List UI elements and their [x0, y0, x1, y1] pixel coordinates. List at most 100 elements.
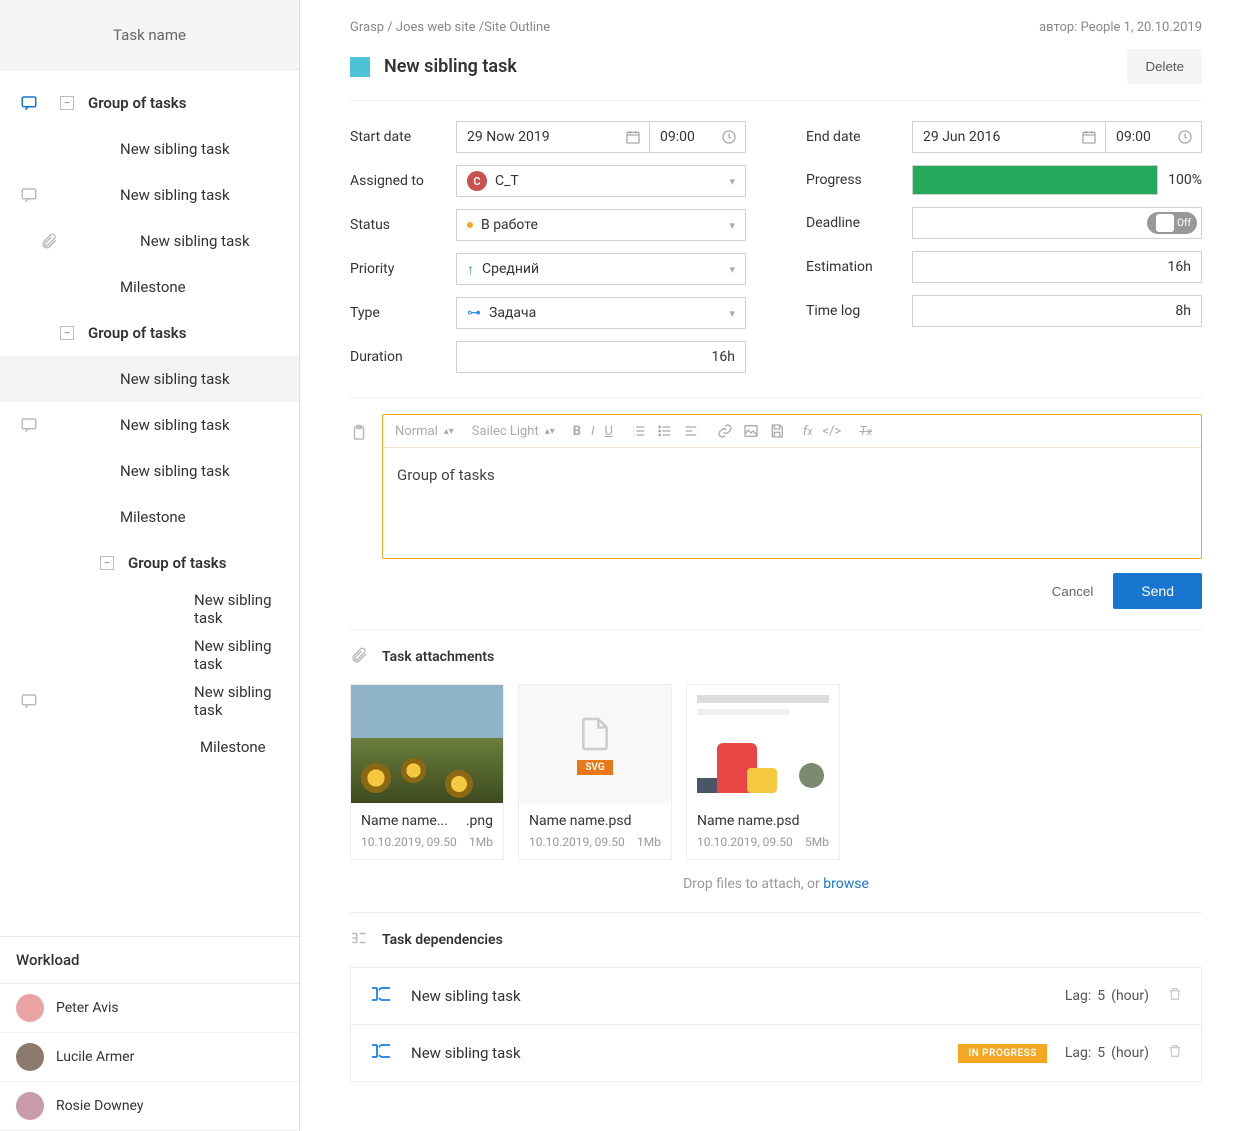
deadline-field[interactable]: Off — [912, 207, 1202, 239]
tree-item[interactable]: New sibling task — [0, 586, 299, 632]
estimation-label: Estimation — [806, 259, 896, 275]
progress-bar[interactable] — [912, 165, 1158, 195]
clip-icon — [40, 232, 58, 250]
workload-row[interactable]: Rosie Downey — [0, 1082, 299, 1131]
tree-item[interactable]: New sibling task — [0, 172, 299, 218]
duration-label: Duration — [350, 349, 440, 365]
priority-arrow-icon: ↑ — [467, 261, 474, 278]
status-label: Status — [350, 217, 440, 233]
status-select[interactable]: В работе ▾ — [456, 209, 746, 241]
formula-icon[interactable]: fx — [803, 424, 813, 439]
workload-section: Workload Peter Avis Lucile Armer Rosie Dow… — [0, 936, 299, 1131]
deadline-toggle[interactable]: Off — [1147, 212, 1197, 234]
dependencies-icon — [350, 929, 368, 951]
attachment-icon — [350, 646, 368, 668]
bold-icon[interactable]: B — [573, 424, 581, 439]
editor-toolbar: Normal▴▾ Sailec Light▴▾ B I U — [383, 415, 1201, 448]
delete-dependency-icon[interactable] — [1167, 1043, 1183, 1063]
priority-select[interactable]: ↑ Средний ▾ — [456, 253, 746, 285]
tree-label: New sibling task — [194, 591, 299, 627]
end-date-input[interactable]: 29 Jun 2016 — [912, 121, 1106, 153]
avatar — [16, 994, 44, 1022]
dependency-icon — [369, 1039, 393, 1067]
delete-button[interactable]: Delete — [1127, 49, 1202, 84]
tree-label: New sibling task — [194, 637, 299, 673]
tree-item[interactable]: New sibling task — [0, 448, 299, 494]
delete-dependency-icon[interactable] — [1167, 986, 1183, 1006]
comment-icon — [20, 692, 38, 710]
workload-row[interactable]: Lucile Armer — [0, 1033, 299, 1082]
lag-value: 5 — [1097, 988, 1105, 1004]
list-bullet-icon[interactable] — [657, 423, 673, 439]
collapse-icon[interactable]: − — [100, 556, 114, 570]
attachment-card[interactable]: Name name.psd10.10.2019, 09.505Mb — [686, 684, 840, 860]
tree-item[interactable]: Milestone — [0, 724, 299, 770]
save-icon[interactable] — [769, 423, 785, 439]
tree-item[interactable]: New sibling task — [0, 356, 299, 402]
clear-format-icon[interactable]: Tx — [859, 424, 872, 439]
start-time-input[interactable]: 09:00 — [650, 121, 746, 153]
tree-group[interactable]: −Group of tasks — [0, 80, 299, 126]
type-icon: ⊶ — [467, 305, 481, 321]
tree-item[interactable]: New sibling task — [0, 402, 299, 448]
image-icon[interactable] — [743, 423, 759, 439]
chevron-down-icon: ▾ — [729, 307, 735, 320]
attachment-card[interactable]: Name name....png10.10.2019, 09.501Mb — [350, 684, 504, 860]
assigned-label: Assigned to — [350, 173, 440, 189]
breadcrumb[interactable]: Grasp / Joes web site /Site Outline — [350, 20, 550, 35]
status-dot-icon — [467, 222, 473, 228]
tree-label: Group of tasks — [88, 94, 186, 112]
code-icon[interactable]: </> — [823, 424, 842, 439]
tree-item[interactable]: Milestone — [0, 494, 299, 540]
start-date-input[interactable]: 29 Now 2019 — [456, 121, 650, 153]
clock-icon — [721, 129, 737, 145]
toggle-knob — [1156, 214, 1174, 232]
type-select[interactable]: ⊶ Задача ▾ — [456, 297, 746, 329]
type-label: Type — [350, 305, 440, 321]
task-color-chip[interactable] — [350, 57, 370, 77]
estimation-input[interactable]: 16h — [912, 251, 1202, 283]
workload-row[interactable]: Peter Avis — [0, 984, 299, 1033]
duration-input[interactable]: 16h — [456, 341, 746, 373]
list-ordered-icon[interactable] — [631, 423, 647, 439]
task-title: New sibling task — [384, 56, 1113, 77]
drop-hint: Drop files to attach, or browse — [350, 876, 1202, 892]
underline-icon[interactable]: U — [604, 424, 612, 439]
tree-item[interactable]: Milestone — [0, 264, 299, 310]
assigned-select[interactable]: C C_T ▾ — [456, 165, 746, 197]
align-icon[interactable] — [683, 423, 699, 439]
avatar — [16, 1092, 44, 1120]
tree-group[interactable]: −Group of tasks — [0, 540, 299, 586]
tree-group[interactable]: −Group of tasks — [0, 310, 299, 356]
font-select[interactable]: Sailec Light▴▾ — [472, 424, 555, 439]
italic-icon[interactable]: I — [591, 424, 594, 439]
tree-label: New sibling task — [140, 232, 250, 250]
dependencies-header: Task dependencies — [382, 932, 503, 948]
collapse-icon[interactable]: − — [60, 96, 74, 110]
tree-label: Group of tasks — [88, 324, 186, 342]
tree-item[interactable]: New sibling task — [0, 678, 299, 724]
attachment-thumb: SVG — [519, 685, 671, 803]
send-button[interactable]: Send — [1113, 573, 1202, 609]
style-select[interactable]: Normal▴▾ — [395, 424, 454, 439]
attachment-card[interactable]: SVGName name.psd10.10.2019, 09.501Mb — [518, 684, 672, 860]
tree-item[interactable]: New sibling task — [0, 632, 299, 678]
workload-header: Workload — [0, 937, 299, 984]
editor-body[interactable]: Group of tasks — [383, 448, 1201, 558]
deadline-label: Deadline — [806, 215, 896, 231]
person-name: Lucile Armer — [56, 1049, 134, 1065]
collapse-icon[interactable]: − — [60, 326, 74, 340]
browse-link[interactable]: browse — [823, 876, 869, 892]
lag-value: 5 — [1097, 1045, 1105, 1061]
link-icon[interactable] — [717, 423, 733, 439]
editor: Normal▴▾ Sailec Light▴▾ B I U — [382, 414, 1202, 559]
dependency-row[interactable]: New sibling taskIN PROGRESSLag: 5 (hour) — [351, 1025, 1201, 1081]
tree-item[interactable]: New sibling task — [0, 218, 299, 264]
timelog-input[interactable]: 8h — [912, 295, 1202, 327]
end-time-input[interactable]: 09:00 — [1106, 121, 1202, 153]
dependency-row[interactable]: New sibling taskLag: 5 (hour) — [351, 968, 1201, 1025]
cancel-button[interactable]: Cancel — [1052, 584, 1094, 599]
lag-label: Lag: — [1065, 1045, 1091, 1061]
tree-item[interactable]: New sibling task — [0, 126, 299, 172]
lag-label: Lag: — [1065, 988, 1091, 1004]
